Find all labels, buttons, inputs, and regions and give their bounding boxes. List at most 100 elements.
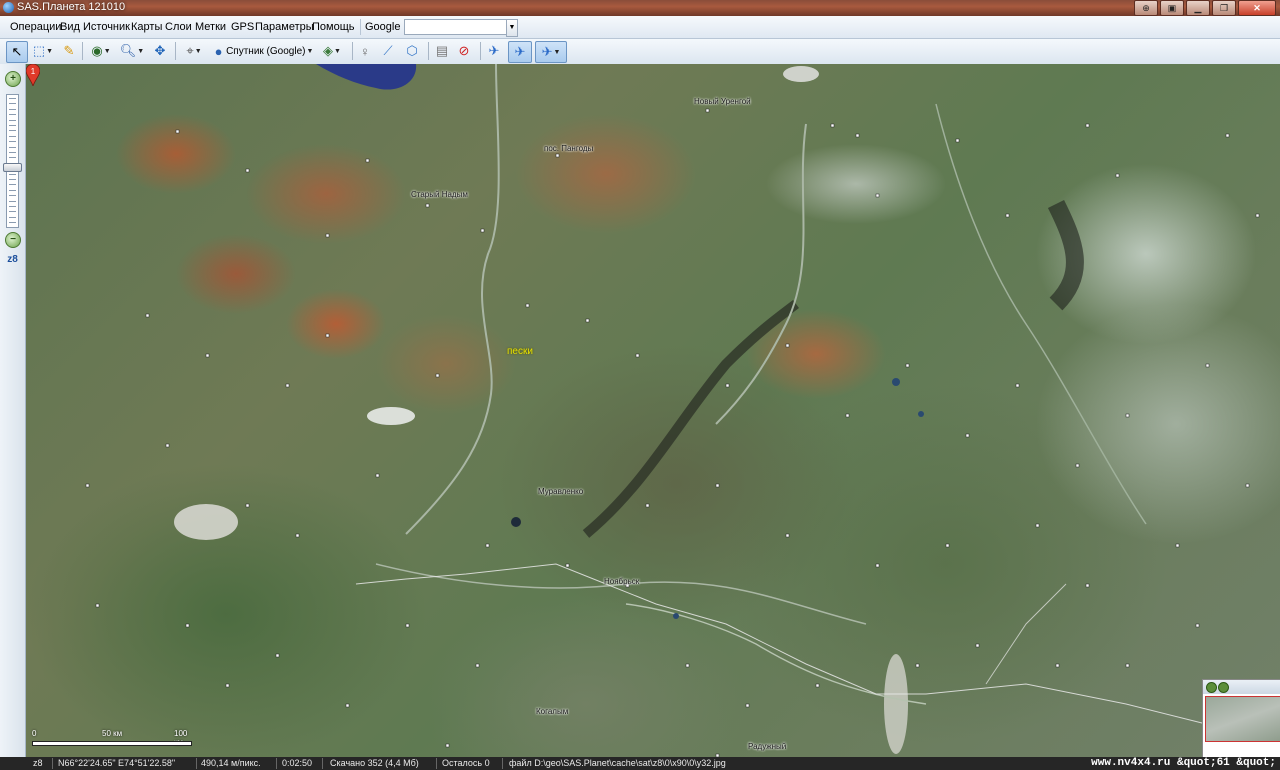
ruler-tool-button[interactable]: ✎ — [60, 41, 78, 61]
menu-source[interactable]: Источник — [83, 21, 130, 33]
layers-button[interactable]: ◈ ▼ — [318, 41, 346, 61]
settlement-marker — [685, 663, 690, 668]
settlement-marker — [955, 138, 960, 143]
menu-help[interactable]: Помощь — [312, 21, 355, 33]
settlement-marker — [480, 228, 485, 233]
settlement-marker — [295, 533, 300, 538]
marks-list-button[interactable]: ▤ — [432, 41, 452, 61]
path-icon: ⟋ — [383, 43, 393, 58]
close-button[interactable]: ✕ — [1238, 0, 1276, 16]
menu-marks[interactable]: Метки — [195, 21, 226, 33]
gps-icon: ⌖ — [186, 43, 194, 58]
status-downloaded: Скачано 352 (4,4 Мб) — [330, 758, 419, 768]
move-tool-button[interactable]: ↖ — [6, 41, 28, 63]
settlement-marker — [1005, 213, 1010, 218]
zoom-tick — [9, 211, 16, 213]
gps-center-button[interactable]: ✈ — [508, 41, 532, 63]
chevron-down-icon: ▼ — [553, 48, 561, 56]
menu-maps[interactable]: Карты — [131, 21, 162, 33]
settlement-marker — [1085, 123, 1090, 128]
placemark-label: пески — [507, 346, 533, 357]
settlement-marker — [1015, 383, 1020, 388]
zoom-tick — [9, 189, 16, 191]
chevron-down-icon: ▼ — [334, 47, 341, 55]
menu-layers[interactable]: Слои — [165, 21, 192, 33]
window-extra-button-1[interactable]: ⊕ — [1134, 0, 1158, 16]
window-title: SAS.Планета 121010 — [17, 1, 126, 13]
settlement-marker — [915, 663, 920, 668]
settlement-marker — [85, 483, 90, 488]
gps-button[interactable]: ⌖ ▼ — [180, 41, 208, 61]
chevron-down-icon: ▼ — [137, 47, 145, 55]
settlement-marker — [325, 233, 330, 238]
settlement-marker — [285, 383, 290, 388]
settlement-marker — [785, 343, 790, 348]
zoom-slider-thumb[interactable] — [3, 162, 22, 172]
status-coordinates: N66°22'24.65" E74°51'22.58" — [58, 758, 176, 768]
settlement-marker — [855, 133, 860, 138]
menu-view[interactable]: Вид — [60, 21, 80, 33]
fullscreen-button[interactable]: ✥ — [150, 41, 170, 61]
zoom-button[interactable]: 🔍︎ ▼ — [118, 41, 146, 61]
settlement-marker — [830, 123, 835, 128]
ruler-icon: ✎ — [63, 43, 75, 58]
search-history-dropdown-button[interactable]: ▼ — [506, 19, 518, 37]
town-label: Муравленко — [538, 487, 584, 496]
settlement-marker — [875, 563, 880, 568]
settlement-marker — [645, 503, 650, 508]
settlement-marker — [1175, 543, 1180, 548]
settlement-marker — [175, 129, 180, 134]
mini-map-zoom-out-icon[interactable] — [1218, 682, 1229, 693]
menu-parameters[interactable]: Параметры — [255, 21, 314, 33]
map-type-dropdown[interactable]: ● Спутник (Google) ▼ — [212, 41, 316, 61]
zoom-in-icon[interactable]: + — [5, 71, 21, 87]
settlement-marker — [245, 168, 250, 173]
mini-map-view[interactable] — [1205, 696, 1280, 742]
placemark-pin-icon[interactable]: 1 — [26, 64, 40, 86]
mini-map[interactable] — [1202, 679, 1280, 757]
add-polygon-button[interactable]: ⬡ — [402, 41, 422, 61]
settlement-marker — [145, 313, 150, 318]
mini-map-zoom-in-icon[interactable] — [1206, 682, 1217, 693]
zoom-slider-track[interactable] — [6, 94, 19, 228]
settlement-marker — [1205, 363, 1210, 368]
window-extra-button-2[interactable]: ▣ — [1160, 0, 1184, 16]
settlement-marker — [205, 353, 210, 358]
settlement-marker — [1225, 133, 1230, 138]
title-bar: SAS.Планета 121010 ⊕ ▣ ▁ ❐ ✕ — [0, 0, 1280, 16]
chevron-down-icon: ▼ — [306, 47, 314, 55]
selection-tool-button[interactable]: ⬚ ▼ — [30, 41, 56, 61]
search-input[interactable] — [404, 19, 514, 35]
scale-bar: 0 50 км 100 км — [32, 729, 192, 751]
settlement-marker — [485, 543, 490, 548]
delete-marks-button[interactable]: ⊘ — [454, 41, 474, 61]
settlement-marker — [555, 153, 560, 158]
gps-track-button[interactable]: ✈ — [484, 41, 504, 61]
settlement-marker — [405, 623, 410, 628]
add-path-button[interactable]: ⟋ — [378, 41, 398, 61]
zoom-out-icon[interactable]: − — [5, 232, 21, 248]
settlement-marker — [1115, 173, 1120, 178]
map-canvas[interactable]: Новый Уренгой пос. Пангоды Старый Надым … — [26, 64, 1280, 757]
minimize-button[interactable]: ▁ — [1186, 0, 1210, 16]
settlement-marker — [245, 503, 250, 508]
status-time: 0:02:50 — [282, 758, 313, 768]
menu-gps[interactable]: GPS — [231, 21, 254, 33]
add-placemark-button[interactable]: ♀ — [356, 41, 374, 61]
settlement-marker — [425, 203, 430, 208]
search-source-dropdown[interactable]: Google ▼ — [360, 19, 410, 35]
settlement-marker — [475, 663, 480, 668]
status-zoom: z8 — [33, 758, 43, 768]
town-label: Новый Уренгой — [694, 97, 751, 106]
settlement-marker — [705, 108, 710, 113]
chevron-down-icon: ▼ — [194, 47, 202, 55]
globe-icon: ◉ — [91, 43, 103, 58]
chevron-down-icon: ▼ — [103, 47, 111, 55]
globe-button[interactable]: ◉ ▼ — [88, 41, 114, 61]
menu-operations[interactable]: Операции — [10, 21, 61, 33]
gps-follow-button[interactable]: ✈ ▼ — [535, 41, 567, 63]
maximize-button[interactable]: ❐ — [1212, 0, 1236, 16]
zoom-tick — [9, 108, 16, 110]
status-remaining: Осталось 0 — [442, 758, 490, 768]
zoom-tick — [9, 184, 16, 186]
